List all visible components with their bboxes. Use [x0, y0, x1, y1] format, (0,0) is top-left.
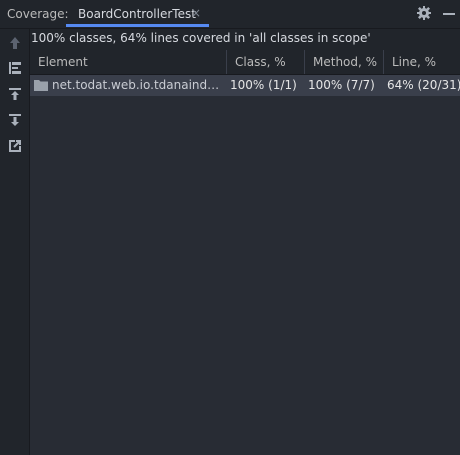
coverage-table: Element Class, % Method, % Line, % net.t…: [30, 50, 460, 455]
summary-text: 100% classes, 64% lines covered in 'all …: [31, 31, 371, 45]
table-row[interactable]: net.todat.web.io.tdanaindexsc 100% (1/1)…: [30, 75, 460, 96]
open-external-icon[interactable]: [6, 137, 24, 155]
table-header: Element Class, % Method, % Line, %: [30, 50, 460, 75]
cell-element: net.todat.web.io.tdanaindexsc: [52, 78, 225, 92]
tab-title: BoardControllerTest: [78, 7, 196, 21]
minimize-icon[interactable]: [443, 13, 455, 15]
close-icon[interactable]: ×: [191, 6, 201, 20]
coverage-summary: 100% classes, 64% lines covered in 'all …: [30, 30, 460, 48]
coverage-toolbar: [0, 29, 30, 455]
cell-class-pct: 100% (1/1): [230, 78, 297, 92]
coverage-header: Coverage: BoardControllerTest ×: [0, 0, 460, 29]
active-tab-indicator: [66, 24, 209, 27]
cell-method-pct: 100% (7/7): [308, 78, 375, 92]
column-header-method[interactable]: Method, %: [305, 50, 384, 74]
column-header-element[interactable]: Element: [30, 50, 227, 74]
gear-icon[interactable]: [416, 5, 432, 21]
import-coverage-icon[interactable]: [6, 85, 24, 103]
arrow-up-icon[interactable]: [6, 34, 24, 52]
flatten-packages-icon[interactable]: [6, 59, 24, 77]
coverage-label: Coverage:: [7, 7, 69, 21]
tab-board-controller-test[interactable]: BoardControllerTest ×: [66, 0, 209, 28]
column-header-line[interactable]: Line, %: [384, 50, 460, 74]
cell-line-pct: 64% (20/31): [387, 78, 460, 92]
column-header-class[interactable]: Class, %: [227, 50, 305, 74]
export-coverage-icon[interactable]: [6, 111, 24, 129]
